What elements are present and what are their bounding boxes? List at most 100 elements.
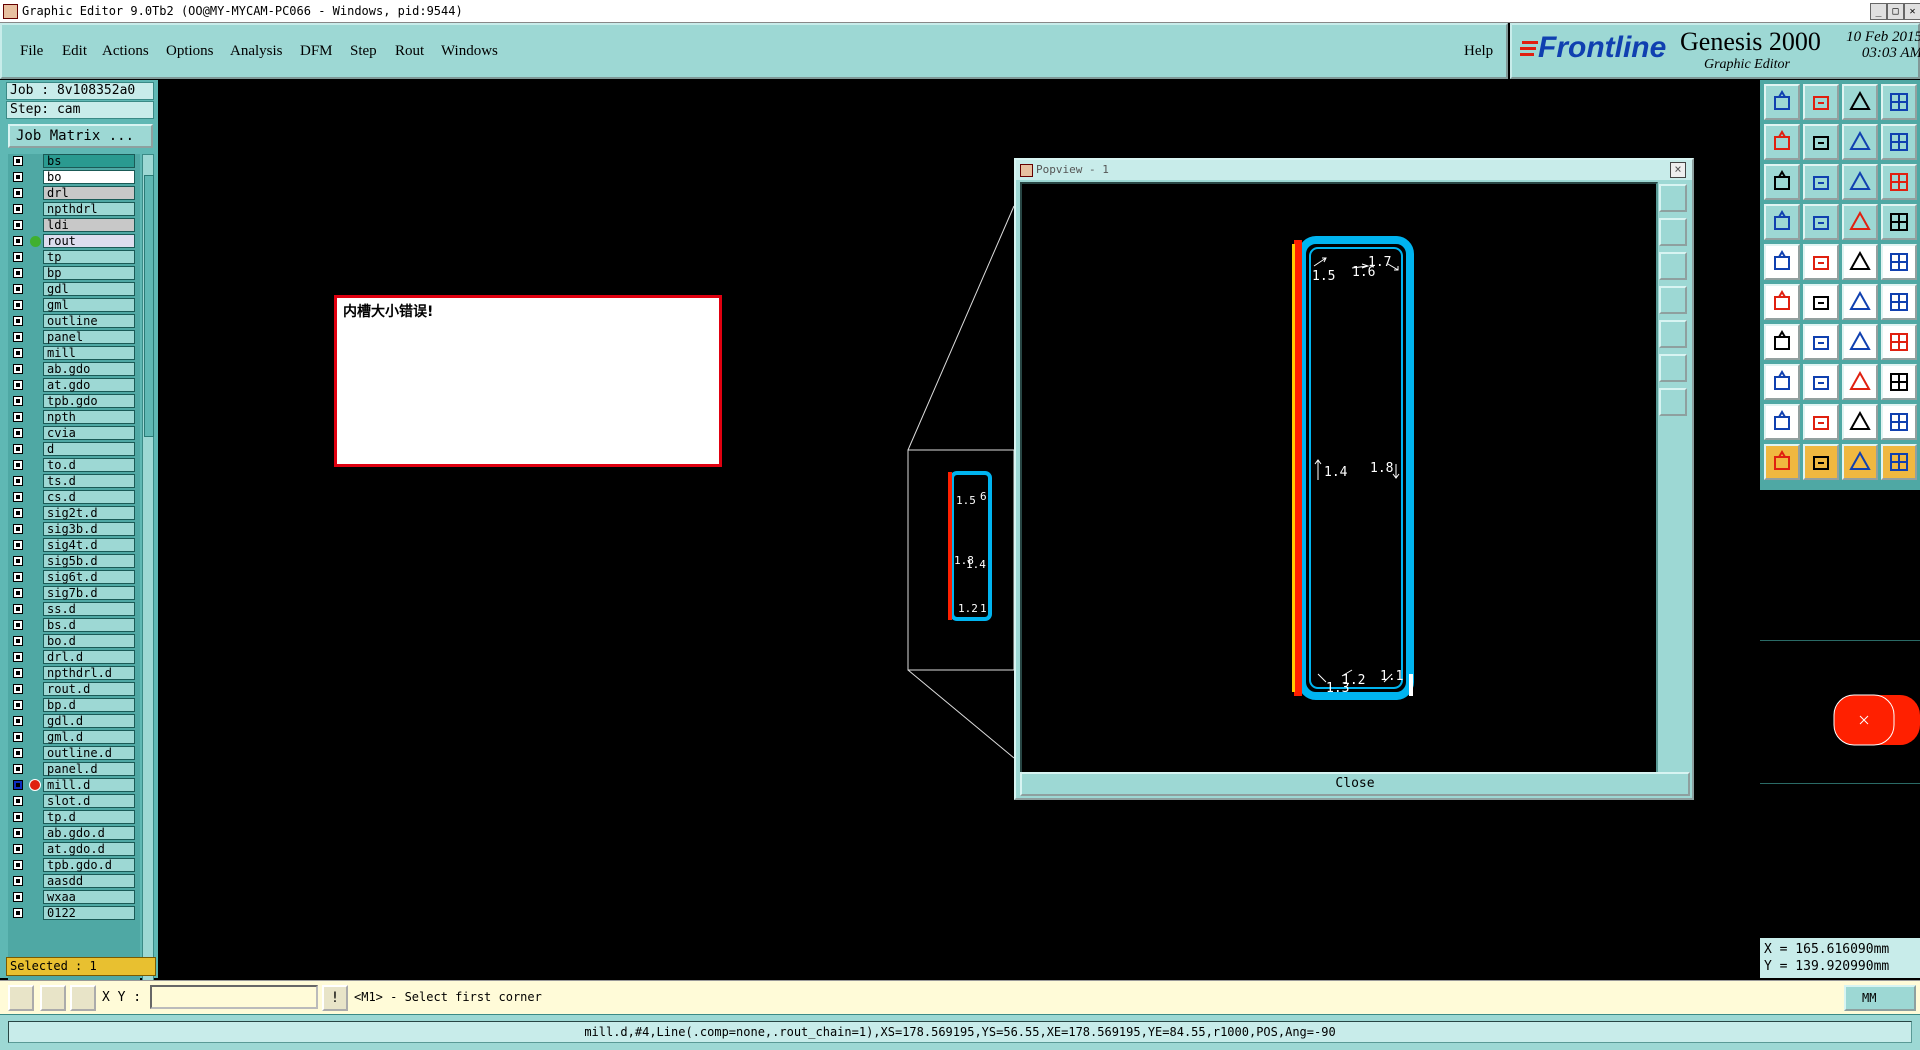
layer-name[interactable]: panel.d (43, 762, 135, 776)
layer-name[interactable]: ss.d (43, 602, 135, 616)
layer-checkbox[interactable] (13, 236, 23, 246)
layer-row[interactable]: tp.d (8, 810, 140, 825)
layer-row[interactable]: sig4t.d (8, 538, 140, 553)
layer-row[interactable]: at.gdo.d (8, 842, 140, 857)
layer-checkbox[interactable] (13, 364, 23, 374)
fit-icon[interactable] (1764, 164, 1800, 200)
help-icon[interactable] (1881, 164, 1917, 200)
layer-checkbox[interactable] (13, 620, 23, 630)
group-icon[interactable] (1881, 364, 1917, 400)
slash-icon[interactable] (1803, 324, 1839, 360)
layer-name[interactable]: drl (43, 186, 135, 200)
layer-checkbox[interactable] (13, 412, 23, 422)
layer-row[interactable]: aasdd (8, 874, 140, 889)
layer-name[interactable]: sig4t.d (43, 538, 135, 552)
layer-row[interactable]: outline.d (8, 746, 140, 761)
layer-row[interactable]: 0122 (8, 906, 140, 921)
layer-name[interactable]: bo (43, 170, 135, 184)
overview-thumbnail[interactable] (1760, 640, 1920, 784)
layer-row[interactable]: outline (8, 314, 140, 329)
layer-row[interactable]: slot.d (8, 794, 140, 809)
angle-measure-icon[interactable] (40, 985, 66, 1011)
layer-checkbox[interactable] (13, 652, 23, 662)
layer-name[interactable]: 0122 (43, 906, 135, 920)
layer-checkbox[interactable] (13, 396, 23, 406)
layer-checkbox[interactable] (13, 748, 23, 758)
draw-rect-icon[interactable] (8, 985, 34, 1011)
minimize-button[interactable]: _ (1870, 3, 1887, 20)
layer-row[interactable]: npthdrl (8, 202, 140, 217)
layer-name[interactable]: ab.gdo (43, 362, 135, 376)
menu-actions[interactable]: Actions (102, 43, 149, 60)
layer-name[interactable]: bs.d (43, 618, 135, 632)
layer-row[interactable]: bp.d (8, 698, 140, 713)
layer-checkbox[interactable] (13, 636, 23, 646)
layer-row[interactable]: ldi (8, 218, 140, 233)
layer-name[interactable]: aasdd (43, 874, 135, 888)
layer-row[interactable]: ab.gdo.d (8, 826, 140, 841)
layer-row[interactable]: wxaa (8, 890, 140, 905)
layer-row[interactable]: gdl.d (8, 714, 140, 729)
layer-row[interactable]: npth (8, 410, 140, 425)
popview-fit-icon[interactable] (1659, 320, 1687, 348)
cursor-icon[interactable] (1842, 444, 1878, 480)
layer-row[interactable]: tpb.gdo (8, 394, 140, 409)
layer-name[interactable]: slot.d (43, 794, 135, 808)
layers-alt-icon[interactable] (1881, 204, 1917, 240)
layer-name[interactable]: outline.d (43, 746, 135, 760)
menu-edit[interactable]: Edit (62, 43, 87, 60)
measure-icon[interactable] (1764, 204, 1800, 240)
layers-icon[interactable] (1842, 204, 1878, 240)
split-icon[interactable] (1881, 324, 1917, 360)
layer-name[interactable]: bs (43, 154, 135, 168)
layer-name[interactable]: sig5b.d (43, 554, 135, 568)
layer-name[interactable]: wxaa (43, 890, 135, 904)
mirror-icon[interactable] (1842, 124, 1878, 160)
layer-name[interactable]: rout.d (43, 682, 135, 696)
layer-checkbox[interactable] (13, 780, 23, 790)
layer-row[interactable]: bo (8, 170, 140, 185)
menu-help[interactable]: Help (1464, 43, 1493, 60)
layer-checkbox[interactable] (13, 732, 23, 742)
layer-checkbox[interactable] (13, 428, 23, 438)
layer-checkbox[interactable] (13, 604, 23, 614)
layer-checkbox[interactable] (13, 300, 23, 310)
arc-icon[interactable] (1842, 324, 1878, 360)
layer-name[interactable]: mill (43, 346, 135, 360)
zoom-home-icon[interactable] (1764, 84, 1800, 120)
layer-name[interactable]: npth (43, 410, 135, 424)
menu-windows[interactable]: Windows (441, 43, 498, 60)
layer-row[interactable]: bo.d (8, 634, 140, 649)
layer-name[interactable]: panel (43, 330, 135, 344)
vertex-icon[interactable] (1803, 404, 1839, 440)
layer-row[interactable]: drl (8, 186, 140, 201)
units-selector[interactable]: MM (1844, 985, 1916, 1011)
layer-name[interactable]: d (43, 442, 135, 456)
layer-scrollbar[interactable] (142, 154, 154, 1026)
layer-checkbox[interactable] (13, 860, 23, 870)
menu-file[interactable]: File (20, 43, 43, 60)
layer-name[interactable]: sig6t.d (43, 570, 135, 584)
popview-close-icon[interactable]: × (1670, 162, 1686, 178)
layer-name[interactable]: tpb.gdo (43, 394, 135, 408)
layer-checkbox[interactable] (13, 444, 23, 454)
layer-checkbox[interactable] (13, 908, 23, 918)
layer-checkbox[interactable] (13, 700, 23, 710)
menu-dfm[interactable]: DFM (300, 43, 333, 60)
layer-name[interactable]: tpb.gdo.d (43, 858, 135, 872)
layer-name[interactable]: ts.d (43, 474, 135, 488)
info-icon[interactable]: ! (322, 985, 348, 1011)
select-icon[interactable] (1803, 444, 1839, 480)
layer-row[interactable]: rout (8, 234, 140, 249)
layer-row[interactable]: sig2t.d (8, 506, 140, 521)
layer-checkbox[interactable] (13, 844, 23, 854)
layer-checkbox[interactable] (13, 668, 23, 678)
snap-icon[interactable] (1803, 204, 1839, 240)
layer-checkbox[interactable] (13, 876, 23, 886)
layer-name[interactable]: sig7b.d (43, 586, 135, 600)
layer-name[interactable]: cs.d (43, 490, 135, 504)
layer-row[interactable]: gdl (8, 282, 140, 297)
layer-checkbox[interactable] (13, 892, 23, 902)
grid-icon[interactable] (1881, 84, 1917, 120)
popview-canvas[interactable]: 1.5 1.6 1.7 1.4 1.8 1.3 1.2 1.1 (1020, 182, 1658, 774)
